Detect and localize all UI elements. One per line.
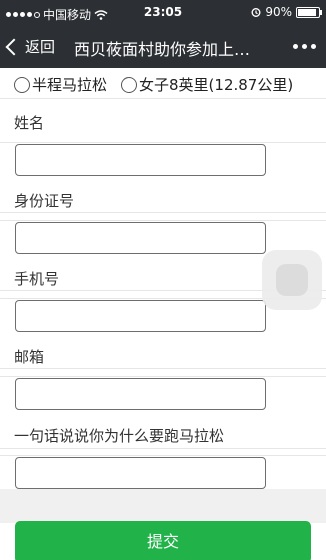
radio-women-8-miles[interactable]: 女子8英里(12.87公里) — [121, 74, 293, 95]
radio-circle-icon — [121, 76, 138, 93]
radio-label: 女子8英里(12.87公里) — [139, 76, 294, 94]
more-dots-icon — [293, 44, 298, 49]
nav-bar: 返回 西贝莜面村助你参加上… — [0, 26, 326, 68]
form-content: 半程马拉松 女子8英里(12.87公里) 姓名 身份证号 手机号 邮箱 一句话说… — [0, 68, 326, 560]
field-label: 手机号 — [14, 270, 60, 288]
field-label: 姓名 — [14, 114, 45, 132]
field-label: 一句话说说你为什么要跑马拉松 — [14, 427, 225, 445]
back-button[interactable]: 返回 — [5, 36, 56, 57]
status-bar: 中国移动 23:05 90% — [0, 0, 326, 26]
chevron-left-icon — [5, 38, 23, 55]
field-label: 身份证号 — [14, 192, 75, 210]
radio-half-marathon[interactable]: 半程马拉松 — [14, 74, 107, 95]
divider — [0, 368, 326, 369]
field-label: 邮箱 — [14, 348, 45, 366]
assistive-touch-button[interactable] — [262, 250, 322, 310]
submit-button[interactable]: 提交 — [15, 521, 311, 560]
radio-label: 半程马拉松 — [32, 76, 108, 94]
divider — [0, 376, 326, 377]
radio-circle-icon — [14, 76, 30, 93]
divider — [0, 448, 326, 449]
back-label: 返回 — [25, 38, 56, 56]
divider — [0, 142, 326, 143]
name-input[interactable] — [15, 144, 266, 176]
alarm-icon — [251, 8, 261, 17]
race-options: 半程马拉松 女子8英里(12.87公里) — [14, 74, 293, 95]
more-menu-button[interactable] — [293, 44, 316, 49]
battery-icon — [296, 6, 322, 18]
email-input[interactable] — [15, 378, 266, 410]
section-gap — [0, 489, 326, 523]
battery-percent: 90% — [265, 5, 292, 19]
divider — [0, 98, 326, 99]
reason-input[interactable] — [15, 457, 266, 489]
battery-group: 90% — [251, 5, 322, 19]
assistive-touch-icon — [276, 264, 308, 296]
divider — [0, 212, 326, 213]
divider — [0, 455, 326, 456]
id-number-input[interactable] — [15, 222, 266, 254]
divider — [0, 220, 326, 221]
page-title: 西贝莜面村助你参加上… — [74, 40, 251, 59]
phone-input[interactable] — [15, 300, 266, 332]
